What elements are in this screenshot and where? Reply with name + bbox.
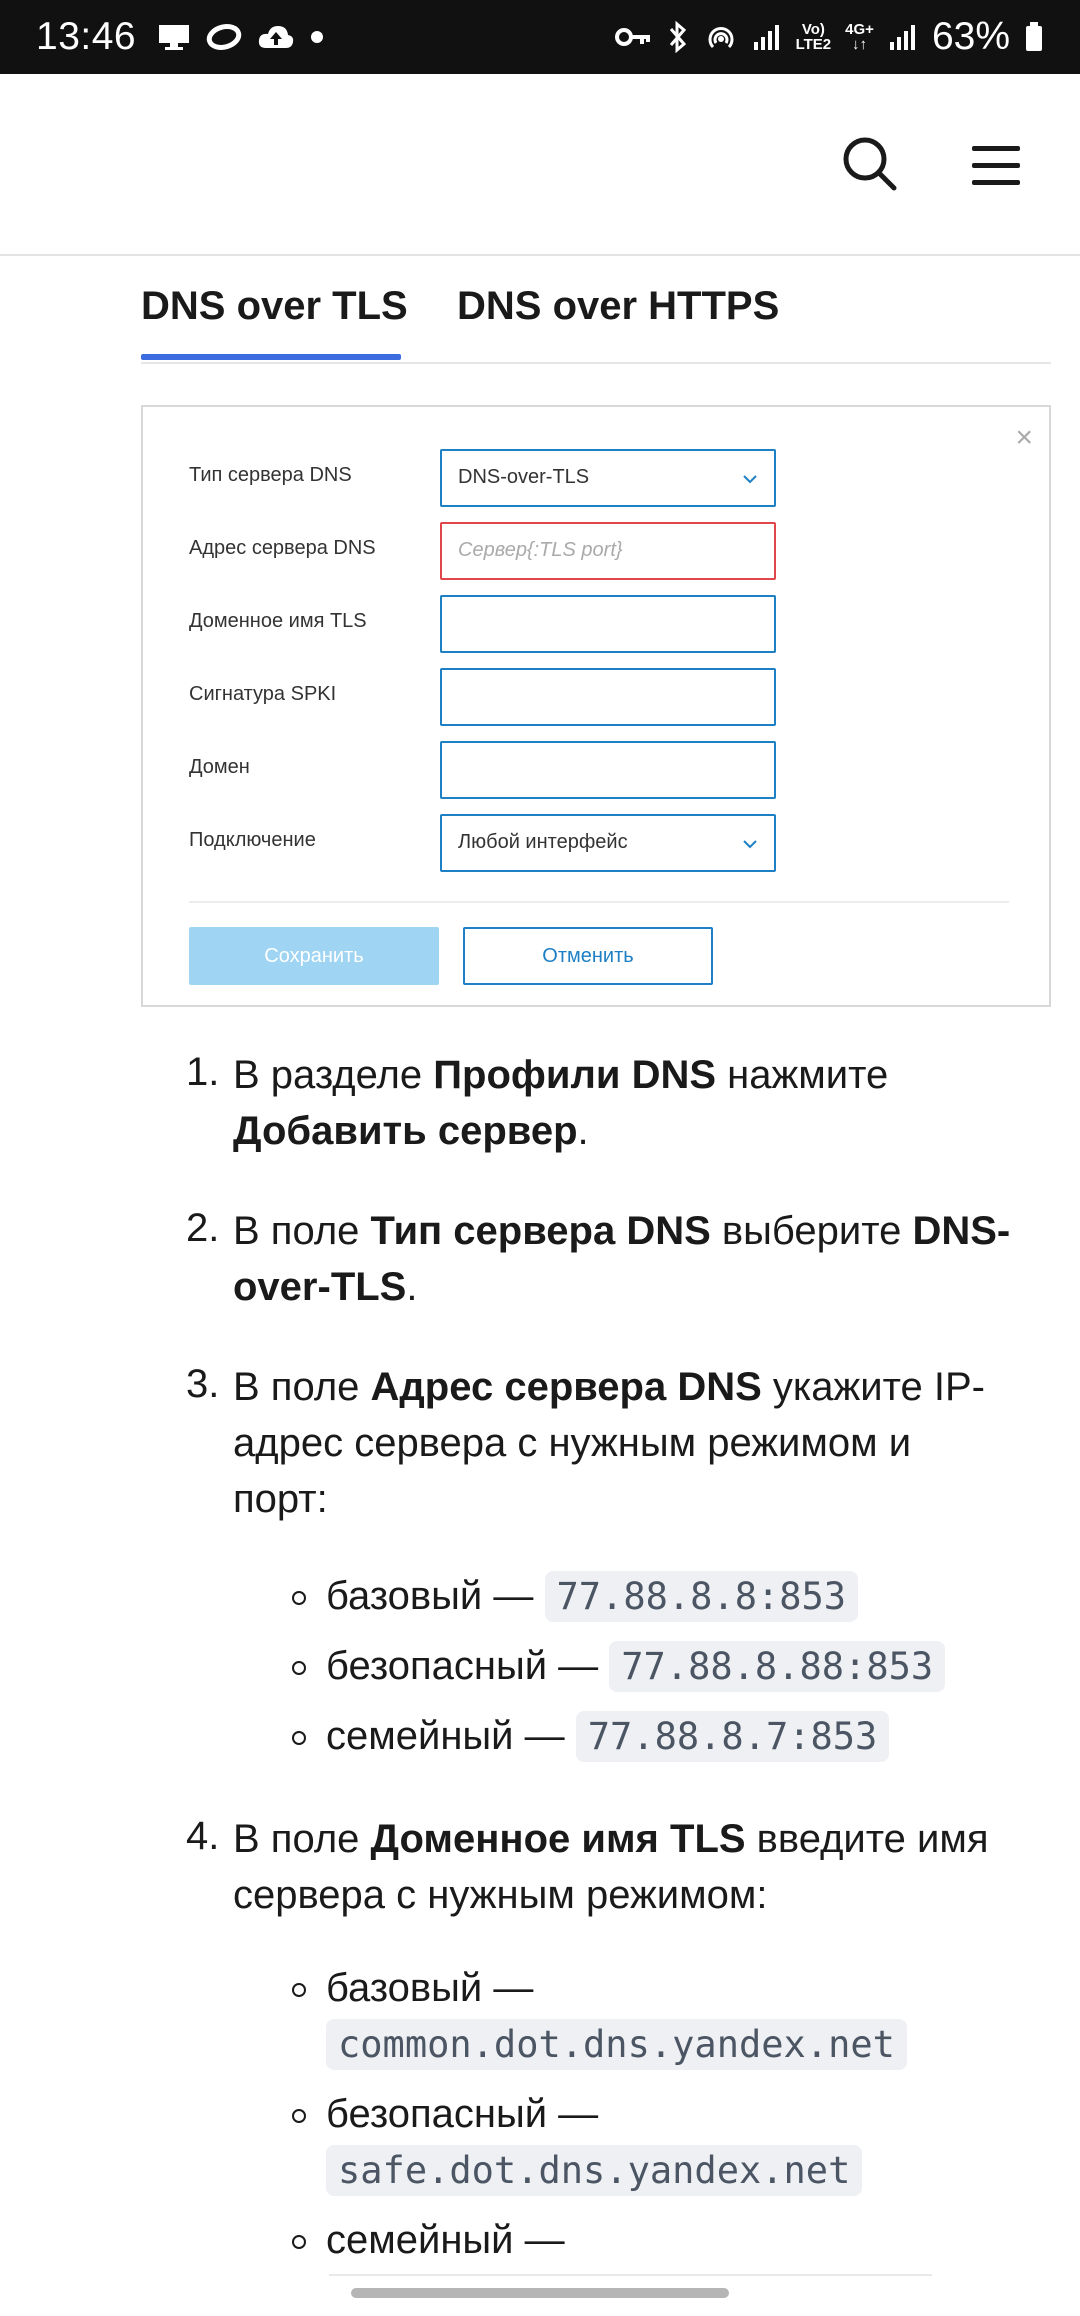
- network-4g-icon: 4G+ ↓↑: [845, 21, 874, 53]
- connection-select: Любой интерфейс: [440, 814, 776, 872]
- step-text-part: .: [406, 1265, 418, 1309]
- form-label-tls-domain: Доменное имя TLS: [189, 610, 367, 632]
- close-icon: ×: [1015, 421, 1033, 454]
- step-number: 1.: [186, 1050, 220, 1094]
- tab-dns-over-tls[interactable]: DNS over TLS: [141, 284, 408, 329]
- step-text-part: адрес сервера с нужным режимом и: [233, 1421, 912, 1465]
- spki-field: [440, 668, 776, 726]
- ip-code: 77.88.8.7:853: [575, 1711, 890, 1762]
- active-tab-indicator: [141, 354, 401, 360]
- step-text-part: выберите: [710, 1209, 913, 1253]
- vpn-key-icon: [614, 28, 650, 46]
- bullet-icon: [292, 1983, 306, 1997]
- bullet-icon: [292, 1731, 306, 1745]
- tls-domain-field: [440, 595, 776, 653]
- search-icon[interactable]: [842, 136, 898, 192]
- cancel-button: Отменить: [463, 927, 713, 985]
- step-text-part: В поле: [233, 1817, 371, 1861]
- status-left-icons: [156, 22, 324, 52]
- signal-1-icon: [753, 25, 779, 50]
- site-header: [0, 74, 1080, 256]
- form-label-connection: Подключение: [189, 829, 316, 851]
- bullet-icon: [292, 1661, 306, 1675]
- host-item-label: семейный —: [326, 2218, 565, 2262]
- form-divider: [189, 901, 1009, 903]
- step-text-part: введите имя: [745, 1817, 989, 1861]
- ip-item-basic: базовый — 77.88.8.8:853: [326, 1568, 859, 1625]
- dns-form-screenshot: × Тип сервера DNS DNS-over-TLS Адрес сер…: [141, 405, 1051, 1007]
- menu-icon[interactable]: [970, 144, 1022, 188]
- server-type-value: DNS-over-TLS: [458, 466, 590, 488]
- step-number: 3.: [186, 1362, 220, 1406]
- step-text-part: укажите IP-: [761, 1365, 985, 1409]
- ip-code: 77.88.8.88:853: [609, 1641, 946, 1692]
- host-code: safe.dot.dns.yandex.net: [326, 2145, 863, 2196]
- tab-dns-over-https[interactable]: DNS over HTTPS: [457, 284, 779, 329]
- host-item-label: базовый —: [326, 1966, 534, 2010]
- status-time: 13:46: [36, 15, 137, 58]
- step-text-bold: Адрес сервера DNS: [370, 1365, 762, 1409]
- content-divider: [329, 2274, 932, 2276]
- step-number: 2.: [186, 1206, 220, 1250]
- step-text-bold: Добавить сервер: [233, 1109, 578, 1153]
- step-text-bold: over-TLS: [233, 1265, 407, 1309]
- form-label-domain: Домен: [189, 756, 250, 778]
- form-label-spki: Сигнатура SPKI: [189, 683, 337, 705]
- ip-item-label: семейный —: [326, 1714, 576, 1758]
- form-label-server-address: Адрес сервера DNS: [189, 537, 376, 559]
- step-text-bold: DNS-: [912, 1209, 1011, 1253]
- step-text-part: сервера с нужным режимом:: [233, 1873, 768, 1917]
- server-address-placeholder: Сервер{:TLS port}: [458, 539, 623, 561]
- step-text-part: порт:: [233, 1477, 328, 1521]
- cloud-upload-icon: [258, 26, 294, 48]
- chevron-down-icon: [743, 840, 757, 849]
- save-button: Сохранить: [189, 927, 439, 985]
- step-text-part: нажмите: [716, 1053, 889, 1097]
- step-2-text: В поле Тип сервера DNS выберите DNS- ove…: [233, 1203, 1033, 1315]
- bullet-icon: [292, 2109, 306, 2123]
- step-text-bold: Доменное имя TLS: [370, 1817, 746, 1861]
- signal-2-icon: [889, 25, 915, 50]
- battery-percent: 63%: [931, 15, 1010, 58]
- step-text-bold: Профили DNS: [433, 1053, 717, 1097]
- server-type-select: DNS-over-TLS: [440, 449, 776, 507]
- step-text-bold: Тип сервера DNS: [370, 1209, 711, 1253]
- server-address-field: Сервер{:TLS port}: [440, 522, 776, 580]
- oval-app-icon: [206, 24, 242, 50]
- ip-item-label: безопасный —: [326, 1644, 610, 1688]
- step-text-part: .: [577, 1109, 589, 1153]
- step-text-part: В разделе: [233, 1053, 434, 1097]
- connection-value: Любой интерфейс: [458, 831, 628, 853]
- form-label-server-type: Тип сервера DNS: [189, 464, 352, 486]
- status-bar: 13:46 Vo) LTE2 4G+ ↓↑ 63%: [0, 0, 1080, 74]
- status-right-icons: Vo) LTE2 4G+ ↓↑ 63%: [614, 15, 1044, 59]
- gesture-home-bar[interactable]: [351, 2288, 729, 2298]
- step-3-text: В поле Адрес сервера DNS укажите IP- адр…: [233, 1359, 1033, 1527]
- domain-field: [440, 741, 776, 799]
- protocol-tabs: DNS over TLS DNS over HTTPS: [141, 262, 1051, 364]
- host-code: common.dot.dns.yandex.net: [326, 2019, 907, 2070]
- step-4-text: В поле Доменное имя TLS введите имя серв…: [233, 1811, 1033, 1923]
- bluetooth-icon: [669, 20, 686, 54]
- bullet-icon: [292, 1591, 306, 1605]
- battery-icon: [1026, 22, 1042, 51]
- ip-code: 77.88.8.8:853: [544, 1571, 859, 1622]
- chevron-down-icon: [743, 475, 757, 484]
- ip-item-safe: безопасный — 77.88.8.88:853: [326, 1638, 946, 1695]
- step-number: 4.: [186, 1814, 220, 1858]
- hotspot-icon: [708, 27, 734, 49]
- bullet-icon: [292, 2235, 306, 2249]
- desktop-icon: [159, 25, 190, 50]
- step-text-part: В поле: [233, 1209, 371, 1253]
- ip-item-family: семейный — 77.88.8.7:853: [326, 1708, 890, 1765]
- step-text-part: В поле: [233, 1365, 371, 1409]
- notification-dot-icon: [311, 31, 324, 43]
- ip-item-label: базовый —: [326, 1574, 545, 1618]
- step-1-text: В разделе Профили DNS нажмите Добавить с…: [233, 1047, 1033, 1159]
- volte-icon: Vo) LTE2: [795, 21, 832, 53]
- host-item-label: безопасный —: [326, 2092, 599, 2136]
